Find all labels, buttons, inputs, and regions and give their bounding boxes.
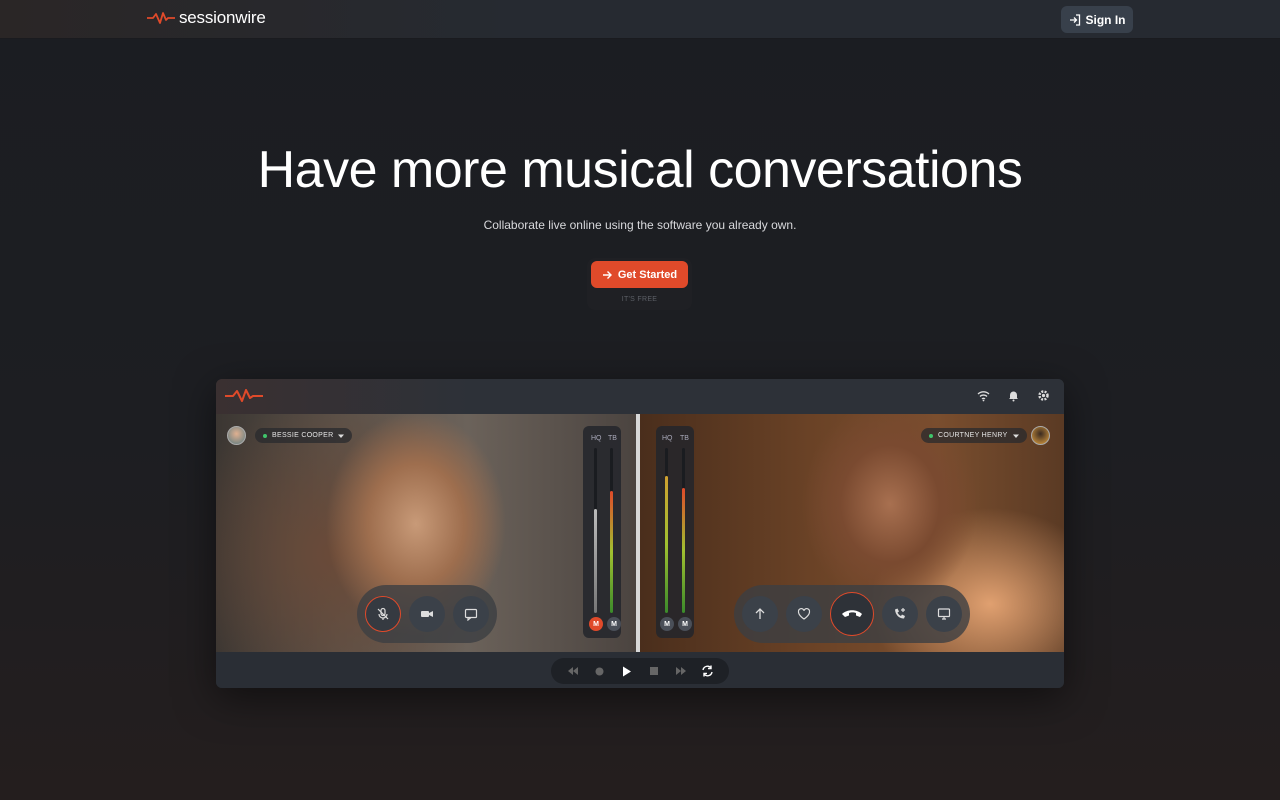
sign-in-icon xyxy=(1069,13,1080,26)
wifi-icon[interactable] xyxy=(977,389,990,402)
level-bar xyxy=(610,448,613,613)
mute-button-tb[interactable]: M xyxy=(607,617,621,631)
get-started-button[interactable]: Get Started xyxy=(591,261,688,288)
end-call-button[interactable] xyxy=(830,592,874,636)
play-icon[interactable] xyxy=(620,664,634,678)
phone-plus-icon xyxy=(895,608,905,619)
mic-mute-button[interactable] xyxy=(365,596,401,632)
stop-icon[interactable] xyxy=(647,664,661,678)
level-bar xyxy=(682,448,685,613)
gear-icon[interactable] xyxy=(1037,389,1050,402)
hero-title: Have more musical conversations xyxy=(257,141,1023,199)
participant-name: BESSIE COOPER xyxy=(272,432,334,439)
meter-label-hq: HQ xyxy=(591,435,602,442)
waveform-icon xyxy=(147,12,175,24)
camera-button[interactable] xyxy=(409,596,445,632)
mute-button-hq[interactable]: M xyxy=(660,617,674,631)
participant-selector-right[interactable]: COURTNEY HENRY xyxy=(921,428,1027,443)
brand-name: sessionwire xyxy=(179,8,266,27)
video-camera-icon xyxy=(421,611,433,617)
participant-selector-left[interactable]: BESSIE COOPER xyxy=(255,428,353,443)
mute-button-tb[interactable]: M xyxy=(678,617,692,631)
top-nav: sessionwire Sign In xyxy=(0,0,1280,39)
avatar[interactable] xyxy=(227,426,246,445)
arrow-up-icon xyxy=(755,608,765,619)
online-status-icon xyxy=(929,433,933,438)
screen-share-button[interactable] xyxy=(926,596,962,632)
audio-meter-left: HQ TB M M xyxy=(583,426,621,638)
session-controls xyxy=(734,585,970,643)
chevron-down-icon xyxy=(338,434,345,438)
brand-logo[interactable]: sessionwire xyxy=(147,8,266,28)
add-call-button[interactable] xyxy=(882,596,918,632)
mic-off-icon xyxy=(377,607,389,620)
mute-button-hq[interactable]: M xyxy=(589,617,603,631)
favorite-button[interactable] xyxy=(786,596,822,632)
cta-container: Get Started IT'S FREE xyxy=(587,258,692,310)
level-bar xyxy=(594,448,597,613)
meter-label-tb: TB xyxy=(608,435,617,442)
avatar[interactable] xyxy=(1031,426,1050,445)
get-started-label: Get Started xyxy=(617,268,678,281)
transport-controls xyxy=(551,658,729,684)
meter-label-hq: HQ xyxy=(662,435,673,442)
level-bar xyxy=(665,448,668,613)
hang-up-icon xyxy=(842,610,862,617)
upload-button[interactable] xyxy=(742,596,778,632)
audio-meter-right: HQ TB M M xyxy=(656,426,694,638)
participant-name: COURTNEY HENRY xyxy=(938,432,1008,439)
waveform-icon xyxy=(225,389,263,402)
local-controls xyxy=(357,585,497,643)
loop-icon[interactable] xyxy=(701,664,715,678)
app-logo xyxy=(225,389,263,408)
fast-forward-icon[interactable] xyxy=(674,664,688,678)
app-toolbar xyxy=(216,379,1064,414)
monitor-icon xyxy=(937,608,951,620)
chevron-down-icon xyxy=(1012,434,1019,438)
record-icon[interactable] xyxy=(593,664,607,678)
sign-in-button[interactable]: Sign In xyxy=(1061,6,1133,33)
heart-icon xyxy=(797,607,811,620)
arrow-right-icon xyxy=(602,270,612,279)
sign-in-label: Sign In xyxy=(1085,12,1126,27)
chat-button[interactable] xyxy=(453,596,489,632)
rewind-icon[interactable] xyxy=(566,664,580,678)
bell-icon[interactable] xyxy=(1007,389,1020,402)
hero-subtitle: Collaborate live online using the softwa… xyxy=(483,218,797,232)
online-status-icon xyxy=(263,433,267,438)
meter-label-tb: TB xyxy=(680,435,689,442)
chat-icon xyxy=(464,608,478,621)
cta-note: IT'S FREE xyxy=(621,296,658,303)
